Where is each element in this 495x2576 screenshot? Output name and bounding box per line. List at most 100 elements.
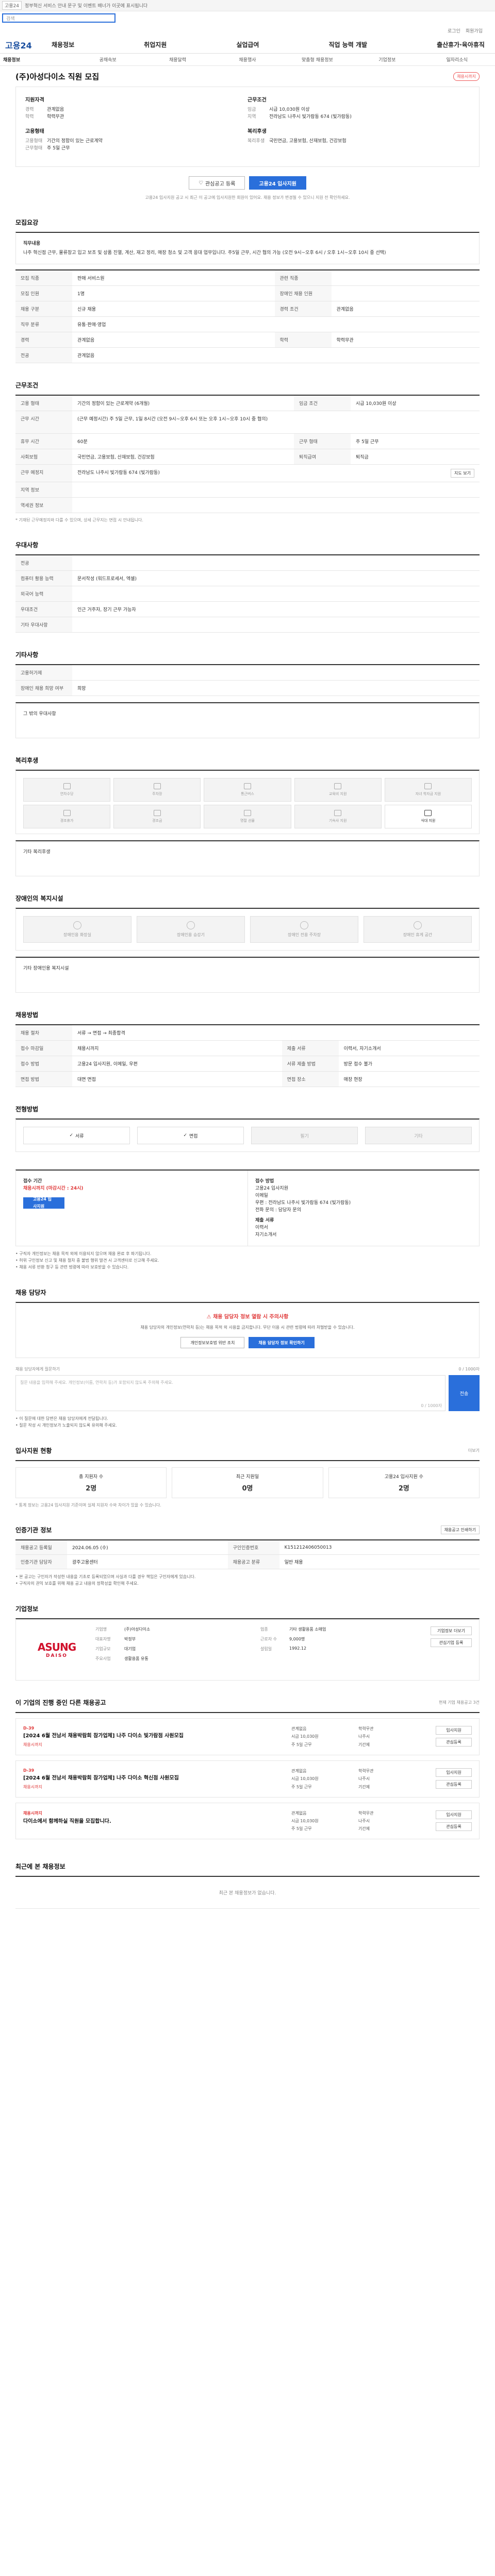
table-value: 일반 채용 — [279, 1554, 480, 1569]
contact-buttons: 개인정보보호법 위반 조치 채용 담당자 정보 확인하기 — [25, 1337, 470, 1348]
welfare-item: 명절 선물 — [204, 805, 291, 828]
job-apply-button[interactable]: 입사지원 — [436, 1768, 472, 1777]
table-value: 주 5일 근무 — [350, 433, 480, 449]
section-etc: 기타사항 고용허가제 장애인 채용 희망 여부 희망 그 밖의 우대사항 — [15, 633, 480, 738]
gnb-item-jobs[interactable]: 채용정보 — [52, 40, 74, 49]
search-input[interactable]: 검색 — [2, 13, 116, 23]
stats-row: 총 지원자 수 2명 최근 지원일 0명 고용24 입사지원 수 2명 — [15, 1460, 480, 1498]
table-row: 접수 방법 고용24 입사지원, 이메일, 우편 서류 제출 방법 방문 접수 불가 — [15, 1056, 480, 1072]
job-title-link[interactable]: [2024 6월 전남서 채용박람회 참가업체] 나주 다이소 혁신점 사원모집 — [23, 1775, 291, 1782]
other-jobs-list: D-39 [2024 6월 전남서 채용박람회 참가업체] 나주 다이소 빛가람… — [15, 1712, 480, 1839]
etc-text-label: 그 밖의 우대사항 — [23, 711, 56, 717]
section-work: 근무조건 고용 형태 기간의 정함이 있는 근로계약 (6개월) 임금 조건 시급 1… — [15, 363, 480, 523]
summary-key: 임금 — [248, 107, 256, 112]
table-value: K151212406050013 — [279, 1540, 480, 1555]
table-key: 경력 조건 — [274, 301, 332, 317]
welfare-label: 경조휴가 — [60, 819, 74, 823]
stat-value: 2명 — [398, 1485, 409, 1493]
bullet: • 구직자 개인정보는 채용 목적 외에 이용되지 않으며 채용 완료 후 파기… — [15, 1251, 152, 1256]
section-recent: 최근에 본 채용정보 최근 본 채용정보가 없습니다. — [15, 1844, 480, 1909]
summary-heading: 근무조건 — [248, 97, 267, 103]
apply-method-line: 전화 문의 : 담당자 문의 — [255, 1208, 301, 1213]
job-meta-item: 나주시 — [358, 1776, 370, 1782]
stats-more-link[interactable]: 더보기 — [468, 1448, 480, 1453]
gnb-item-support[interactable]: 취업지원 — [144, 40, 167, 49]
job-meta-item: 관계없음 — [291, 1811, 307, 1816]
company-logo: ASUNG DAISO — [23, 1626, 90, 1673]
stat-label: 고용24 입사지원 수 — [384, 1475, 423, 1480]
lnb-item[interactable]: 채용행사 — [212, 56, 282, 63]
privacy-button[interactable]: 개인정보보호법 위반 조치 — [180, 1337, 245, 1348]
qa-char-count: 0 / 1000자 — [421, 1403, 442, 1408]
join-link[interactable]: 회원가입 — [466, 27, 483, 34]
job-interest-button[interactable]: 관심등록 — [436, 1780, 472, 1789]
company-more-button[interactable]: 기업정보 더보기 — [431, 1626, 472, 1635]
view-contact-button[interactable]: 채용 담당자 정보 확인하기 — [249, 1337, 315, 1348]
lnb-item[interactable]: 채용정보 — [3, 56, 73, 63]
lnb-item[interactable]: 채용달력 — [143, 56, 212, 63]
company-key: 대표자명 — [95, 1637, 111, 1641]
job-meta-item: 나주시 — [358, 1819, 370, 1823]
company-key: 기업규모 — [95, 1647, 111, 1651]
section-process: 채용방법 채용 절차 서류 → 면접 → 최종합격 접수 마감일 채용시까지 제출 서… — [15, 993, 480, 1087]
map-button[interactable]: 지도 보기 — [451, 469, 474, 478]
section-title: 복리후생 — [15, 757, 39, 764]
warning-icon: ⚠ — [206, 1314, 213, 1320]
duty-box: 직무내용 나주 혁신점 근무, 물류창고 입고 보조 및 상품 진열, 계산, … — [15, 232, 480, 264]
job-title-link[interactable]: [2024 6월 전남서 채용박람회 참가업체] 나주 다이소 빛가람점 사원모… — [23, 1733, 291, 1740]
local-nav: 채용정보 공채속보 채용달력 채용행사 맞춤형 채용정보 기업정보 일자리소식 — [0, 54, 495, 66]
job-interest-button[interactable]: 관심등록 — [436, 1738, 472, 1747]
apply-button[interactable]: 고용24 입사지원 — [249, 176, 306, 190]
lnb-item[interactable]: 기업정보 — [352, 56, 422, 63]
print-button[interactable]: 채용공고 인쇄하기 — [440, 1526, 480, 1534]
summary-qualification: 지원자격 경력 관계없음 학력 학력무관 — [25, 95, 248, 127]
gnb-item-training[interactable]: 직업 능력 개발 — [328, 40, 367, 49]
job-interest-button[interactable]: 관심등록 — [436, 1822, 472, 1831]
summary-conditions: 근무조건 임금 시급 10,030원 이상 지역 전라남도 나주시 빛가람동 674… — [248, 95, 470, 127]
job-meta-item: 시급 10,030원 — [291, 1819, 319, 1823]
interest-button[interactable]: ♡ 관심공고 등록 — [189, 176, 245, 190]
welfare-label: 자녀 학자금 지원 — [415, 792, 441, 796]
list-item[interactable]: D-39 [2024 6월 전남서 채용박람회 참가업체] 나주 다이소 빛가람… — [15, 1718, 480, 1755]
welfare-item: 교육비 지원 — [294, 778, 382, 802]
table-key: 고용 형태 — [15, 395, 72, 411]
qa-submit-button[interactable]: 전송 — [449, 1375, 480, 1411]
site-logo[interactable]: 고용24 — [5, 39, 52, 51]
list-item[interactable]: 채용시까지 다이소에서 함께하실 직원을 모집합니다. 관계없음 학력무관 시급… — [15, 1803, 480, 1839]
section-stats: 입사지원 현황 더보기 총 지원자 수 2명 최근 지원일 0명 고용24 입사지원… — [15, 1429, 480, 1508]
job-title-link[interactable]: 다이소에서 함께하실 직원을 모집합니다. — [23, 1818, 291, 1825]
table-value: 학력무관 — [331, 332, 480, 348]
job-title-row: (주)아성다이소 직원 모집 채용시까지 — [0, 66, 495, 87]
disability-other-box: 기타 장애인용 복지시설 — [15, 957, 480, 993]
summary-key: 학력 — [25, 114, 34, 120]
summary-value: 관계없음 — [47, 107, 64, 112]
company-logo-main: ASUNG — [37, 1641, 76, 1653]
job-actions: ♡ 관심공고 등록 고용24 입사지원 — [0, 167, 495, 195]
apply-method-line: 고용24 입사지원 — [255, 1186, 288, 1191]
table-value: 전라남도 나주시 빛가람동 674 (빛가람동) 지도 보기 — [72, 464, 480, 482]
login-link[interactable]: 로그인 — [448, 27, 460, 34]
disability-grid: 장애인용 화장실 장애인용 승강기 장애인 전용 주차장 장애인 휴게 공간 — [15, 908, 480, 951]
qa-header: 채용 담당자에게 질문하기 0 / 1000자 — [15, 1366, 480, 1372]
list-item[interactable]: D-39 [2024 6월 전남서 채용박람회 참가업체] 나주 다이소 혁신점… — [15, 1760, 480, 1798]
lnb-item[interactable]: 일자리소식 — [422, 56, 492, 63]
site-chip[interactable]: 고용24 — [2, 1, 22, 10]
company-follow-button[interactable]: 관심기업 등록 — [431, 1638, 472, 1647]
lnb-item[interactable]: 공채속보 — [73, 56, 142, 63]
job-meta: 관계없음 학력무관 시급 10,030원 나주시 주 5일 근무 기간제 — [291, 1810, 425, 1832]
qa-textarea[interactable]: 질문 내용을 입력해 주세요. 개인정보(이름, 연락처 등)가 포함되지 않도… — [15, 1375, 446, 1411]
lnb-item[interactable]: 맞춤형 채용정보 — [283, 56, 352, 63]
summary-employment: 고용형태 고용형태 기간의 정함이 있는 근로계약 근무형태 주 5일 근무 — [25, 127, 248, 158]
summary-row: 근무형태 주 5일 근무 — [25, 145, 248, 152]
top-notice[interactable]: 정부혁신 서비스 안내 문구 및 이벤트 배너가 이곳에 표시됩니다 — [25, 2, 147, 9]
gnb-item-benefit[interactable]: 실업급여 — [236, 40, 259, 49]
gnb-item-leave[interactable]: 출산휴가·육아휴직 — [437, 40, 485, 49]
table-row: 경력 관계없음 학력 학력무관 — [15, 332, 480, 348]
job-apply-button[interactable]: 입사지원 — [436, 1726, 472, 1735]
section-title: 모집요강 — [15, 219, 39, 226]
job-apply-button[interactable]: 입사지원 — [436, 1810, 472, 1819]
table-key: 채용공고 분류 — [227, 1554, 279, 1569]
welfare-label: 식대 지원 — [421, 819, 436, 823]
apply-now-button[interactable]: 고용24 입사지원 — [23, 1197, 64, 1209]
table-value: 관계없음 — [72, 332, 275, 348]
